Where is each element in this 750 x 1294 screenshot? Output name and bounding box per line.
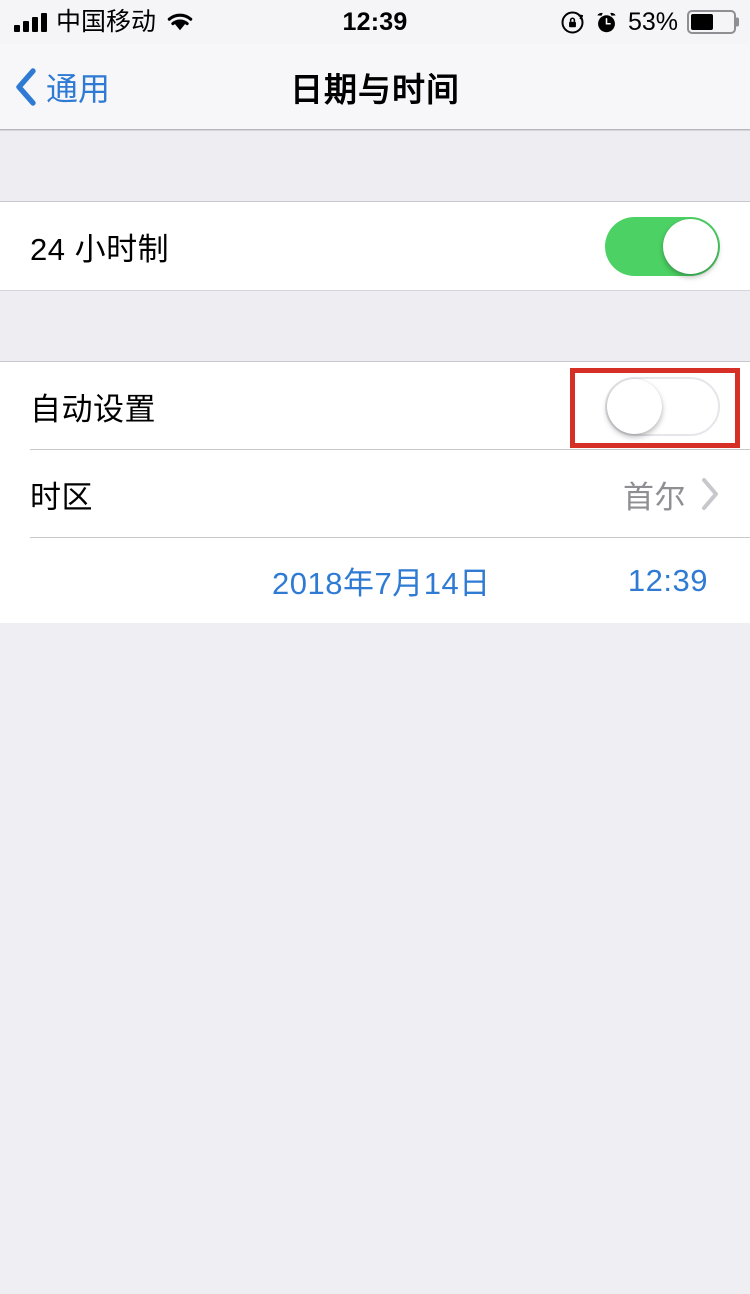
toggle-set-automatically[interactable] [605, 376, 720, 436]
row-24-hour-time[interactable]: 24 小时制 [0, 202, 750, 290]
row-control-area [605, 216, 720, 276]
cellular-signal-icon [14, 12, 47, 32]
row-time-zone[interactable]: 时区 首尔 [0, 450, 750, 538]
row-label-24-hour-time: 24 小时制 [30, 231, 170, 267]
chevron-left-icon [16, 67, 36, 106]
battery-percentage-label: 53% [627, 7, 678, 36]
current-time-value[interactable]: 12:39 [628, 563, 720, 599]
section-time-format: 24 小时制 [0, 202, 750, 290]
back-button-label: 通用 [46, 70, 111, 107]
current-date-value[interactable]: 2018年7月14日 [272, 558, 491, 603]
row-label-time-zone: 时区 [30, 479, 93, 515]
section-gap-middle [0, 290, 750, 362]
row-value-area: 首尔 [623, 472, 720, 517]
alarm-clock-icon [597, 12, 616, 32]
section-date-time: 自动设置 时区 首尔 2018年7月14日 12:39 [0, 362, 750, 623]
row-date-time-picker[interactable]: 2018年7月14日 12:39 [0, 538, 750, 623]
battery-icon [687, 10, 739, 34]
status-bar: 中国移动 12:39 53% [0, 0, 750, 44]
toggle-knob [607, 378, 662, 434]
back-button[interactable]: 通用 [0, 64, 110, 110]
row-control-area [605, 376, 720, 436]
page-title: 日期与时间 [290, 70, 460, 108]
toggle-24-hour-time[interactable] [605, 216, 720, 276]
section-gap-top [0, 130, 750, 202]
row-label-set-automatically: 自动设置 [30, 391, 156, 427]
page-empty-area [0, 623, 750, 1294]
wifi-icon [167, 13, 193, 31]
row-value-time-zone: 首尔 [623, 479, 686, 515]
row-set-automatically[interactable]: 自动设置 [0, 362, 750, 450]
rotation-lock-icon [561, 11, 584, 33]
status-bar-left: 中国移动 [14, 7, 195, 36]
status-bar-right: 53% [560, 7, 739, 37]
toggle-knob [663, 218, 718, 274]
chevron-right-icon [702, 478, 718, 510]
carrier-label: 中国移动 [56, 7, 157, 36]
navigation-bar: 通用 日期与时间 [0, 44, 750, 130]
